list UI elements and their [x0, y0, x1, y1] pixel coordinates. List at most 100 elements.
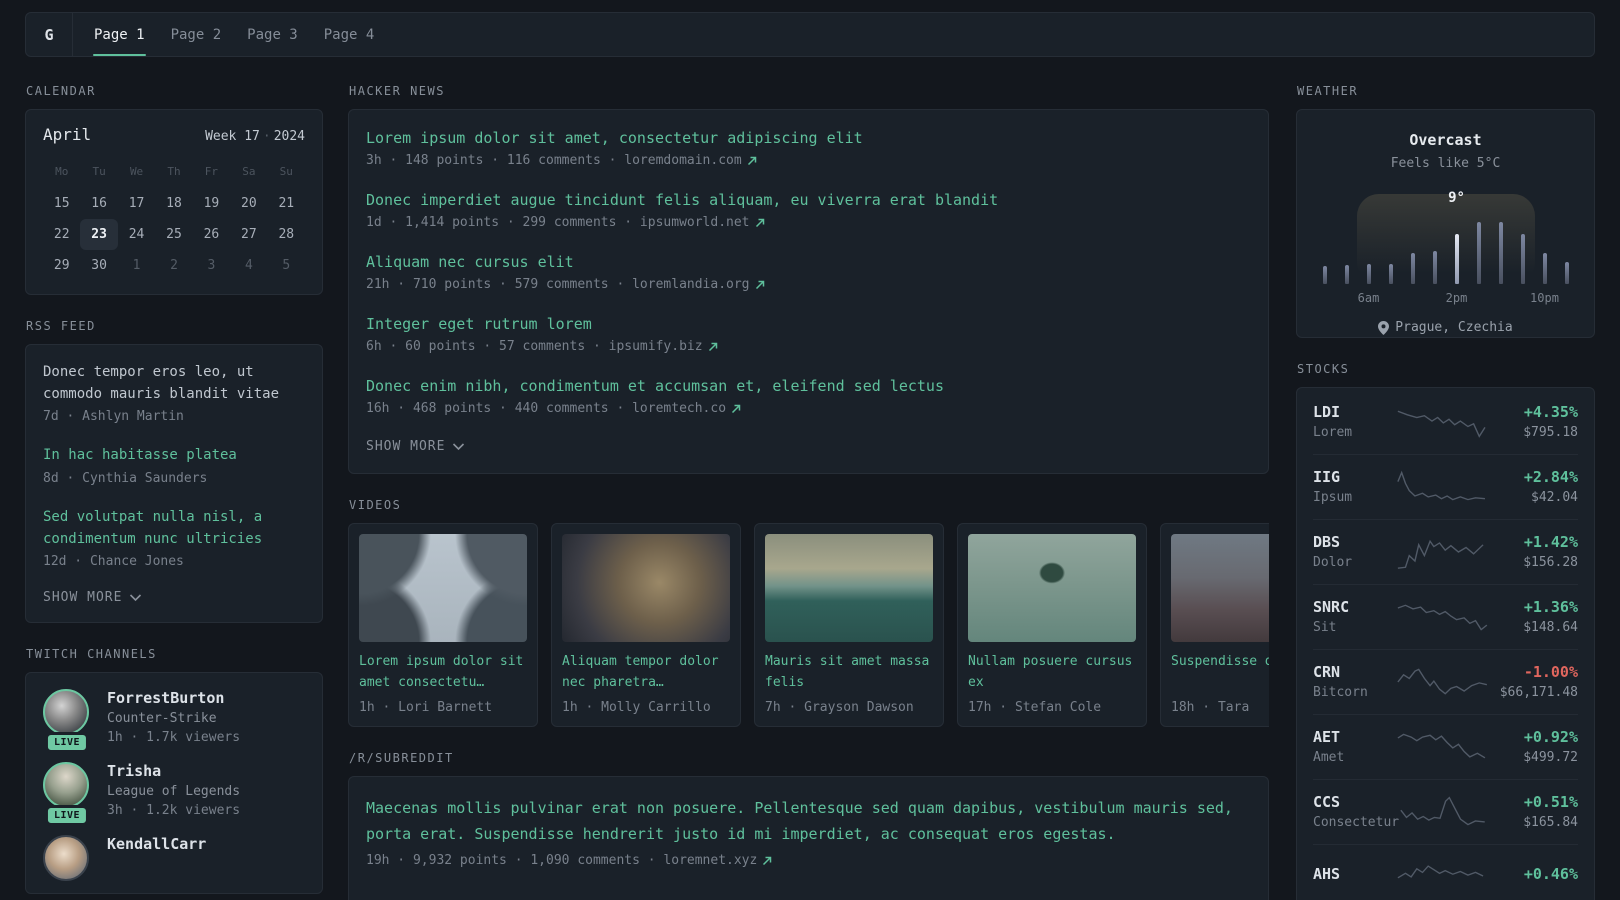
- stock-row[interactable]: AET Amet +0.92% $499.72: [1313, 714, 1578, 779]
- weekday-label: Sa: [242, 165, 256, 178]
- stock-name: Ipsum: [1313, 490, 1353, 505]
- video-thumbnail[interactable]: [1171, 534, 1269, 642]
- stock-symbol[interactable]: IIG: [1313, 468, 1396, 486]
- hn-story: Donec enim nibh, condimentum et accumsan…: [366, 377, 1251, 416]
- stock-price: $795.18: [1523, 425, 1578, 440]
- video-title[interactable]: Lorem ipsum dolor sit amet consectetu…: [359, 652, 527, 694]
- axis-tick: 2pm: [1445, 291, 1468, 305]
- weather-location-text: Prague, Czechia: [1395, 320, 1513, 335]
- weekday-label: Fr: [204, 165, 219, 178]
- calendar-day: 28: [278, 227, 295, 242]
- stock-symbol[interactable]: SNRC: [1313, 598, 1396, 616]
- stock-symbol[interactable]: AHS: [1313, 865, 1396, 883]
- weekday-label: Su: [279, 165, 293, 178]
- stock-change: +0.51%: [1523, 793, 1578, 811]
- rss-item-meta: 7d · Ashlyn Martin: [43, 409, 184, 425]
- hn-story-title[interactable]: Lorem ipsum dolor sit amet, consectetur …: [366, 129, 1251, 147]
- weather-bar: [1454, 234, 1459, 284]
- hn-story-meta-text[interactable]: 3h · 148 points · 116 comments · loremdo…: [366, 153, 742, 168]
- video-thumbnail[interactable]: [968, 534, 1136, 642]
- stock-symbol[interactable]: LDI: [1313, 403, 1396, 421]
- hn-story-meta-text[interactable]: 6h · 60 points · 57 comments · ipsumify.…: [366, 339, 703, 354]
- hn-show-more-button[interactable]: SHOW MORE: [366, 439, 1251, 454]
- tab-page-2[interactable]: Page 2: [158, 13, 235, 56]
- live-badge: LIVE: [44, 805, 90, 827]
- channel-name[interactable]: Trisha: [107, 762, 240, 780]
- stock-row[interactable]: DBS Dolor +1.42% $156.28: [1313, 519, 1578, 584]
- weather-bar: [1564, 262, 1569, 284]
- hn-story-title[interactable]: Donec imperdiet augue tincidunt felis al…: [366, 191, 1251, 209]
- stock-symbol[interactable]: CCS: [1313, 793, 1399, 811]
- stock-name: Sit: [1313, 620, 1337, 635]
- channel-viewers: 3h · 1.2k viewers: [107, 803, 241, 819]
- calendar-day: 29: [53, 258, 70, 273]
- tab-page-3[interactable]: Page 3: [234, 13, 311, 56]
- weather-bars: [1322, 220, 1569, 284]
- video-thumbnail[interactable]: [765, 534, 933, 642]
- stock-price: $42.04: [1531, 490, 1578, 505]
- video-card[interactable]: Suspendisse diam 18h · Tara: [1160, 523, 1269, 727]
- calendar-widget-label: CALENDAR: [26, 84, 96, 98]
- video-title[interactable]: Nullam posuere cursus ex: [968, 652, 1136, 694]
- stock-row[interactable]: LDI Lorem +4.35% $795.18: [1313, 390, 1578, 454]
- twitch-channel-row[interactable]: LIVE ForrestBurton Counter-Strike 1h · 1…: [43, 689, 305, 754]
- app-logo[interactable]: G: [26, 13, 73, 56]
- rss-item-title[interactable]: Sed volutpat nulla nisl, a condimentum n…: [43, 507, 305, 550]
- stock-symbol[interactable]: AET: [1313, 728, 1396, 746]
- video-thumbnail[interactable]: [562, 534, 730, 642]
- tab-page-1[interactable]: Page 1: [81, 13, 158, 56]
- rss-item: Donec tempor eros leo, ut commodo mauris…: [43, 362, 305, 424]
- video-byline: 1h · Molly Carrillo: [562, 700, 711, 715]
- weather-bar: [1520, 234, 1525, 284]
- external-link-icon: [708, 342, 717, 351]
- video-card[interactable]: Lorem ipsum dolor sit amet consectetu… 1…: [348, 523, 538, 727]
- video-title[interactable]: Mauris sit amet massa felis: [765, 652, 933, 694]
- video-card[interactable]: Mauris sit amet massa felis 7h · Grayson…: [754, 523, 944, 727]
- calendar-year: 2024: [273, 129, 305, 144]
- hn-story-title[interactable]: Integer eget rutrum lorem: [366, 315, 1251, 333]
- video-thumbnail[interactable]: [359, 534, 527, 642]
- stock-row[interactable]: SNRC Sit +1.36% $148.64: [1313, 584, 1578, 649]
- hn-story-title[interactable]: Aliquam nec cursus elit: [366, 253, 1251, 271]
- weekday-label: Mo: [55, 165, 69, 178]
- channel-avatar-image: [43, 689, 89, 736]
- hn-story-meta-text[interactable]: 16h · 468 points · 440 comments · loremt…: [366, 401, 726, 416]
- stock-row[interactable]: AHS +0.46%: [1313, 844, 1578, 900]
- tab-page-4[interactable]: Page 4: [311, 13, 388, 56]
- stock-change: +4.35%: [1523, 403, 1578, 421]
- calendar-day: 22: [53, 227, 70, 242]
- channel-name[interactable]: KendallCarr: [107, 835, 206, 853]
- video-card[interactable]: Aliquam tempor dolor nec pharetra… 1h · …: [551, 523, 741, 727]
- stock-symbol[interactable]: DBS: [1313, 533, 1396, 551]
- video-card[interactable]: Nullam posuere cursus ex 17h · Stefan Co…: [957, 523, 1147, 727]
- weather-bar: [1498, 222, 1503, 284]
- external-link-icon: [755, 280, 764, 289]
- calendar-day-selected: 23: [80, 219, 118, 250]
- channel-name[interactable]: ForrestBurton: [107, 689, 240, 707]
- weather-widget-label: WEATHER: [1297, 84, 1359, 98]
- stock-row[interactable]: CCS Consectetur +0.51% $165.84: [1313, 779, 1578, 844]
- video-title[interactable]: Suspendisse diam: [1171, 652, 1269, 694]
- calendar-day: 18: [166, 196, 182, 211]
- hn-story-meta-text[interactable]: 1d · 1,414 points · 299 comments · ipsum…: [366, 215, 750, 230]
- video-title[interactable]: Aliquam tempor dolor nec pharetra…: [562, 652, 730, 694]
- stock-symbol[interactable]: CRN: [1313, 663, 1396, 681]
- stock-row[interactable]: IIG Ipsum +2.84% $42.04: [1313, 454, 1578, 519]
- hn-story: Lorem ipsum dolor sit amet, consectetur …: [366, 129, 1251, 168]
- rss-item-meta: 8d · Cynthia Saunders: [43, 471, 208, 487]
- rss-item-title[interactable]: Donec tempor eros leo, ut commodo mauris…: [43, 362, 305, 405]
- weekday-label: We: [129, 165, 144, 178]
- channel-avatar-image: [43, 762, 89, 809]
- hn-story-title[interactable]: Donec enim nibh, condimentum et accumsan…: [366, 377, 1251, 395]
- hn-widget-label: HACKER NEWS: [349, 84, 445, 98]
- videos-widget-label: VIDEOS: [349, 498, 402, 512]
- reddit-post-title[interactable]: Maecenas mollis pulvinar erat non posuer…: [366, 796, 1251, 847]
- reddit-post-meta-text[interactable]: 19h · 9,932 points · 1,090 comments · lo…: [366, 853, 757, 868]
- twitch-channel-row[interactable]: KendallCarr: [43, 835, 305, 882]
- rss-show-more-button[interactable]: SHOW MORE: [43, 590, 305, 605]
- stock-row[interactable]: CRN Bitcorn -1.00% $66,171.48: [1313, 649, 1578, 714]
- twitch-channel-row[interactable]: LIVE Trisha League of Legends 3h · 1.2k …: [43, 762, 305, 827]
- rss-show-more-label: SHOW MORE: [43, 590, 123, 606]
- hn-story-meta-text[interactable]: 21h · 710 points · 579 comments · loreml…: [366, 277, 750, 292]
- rss-item-title[interactable]: In hac habitasse platea: [43, 445, 305, 467]
